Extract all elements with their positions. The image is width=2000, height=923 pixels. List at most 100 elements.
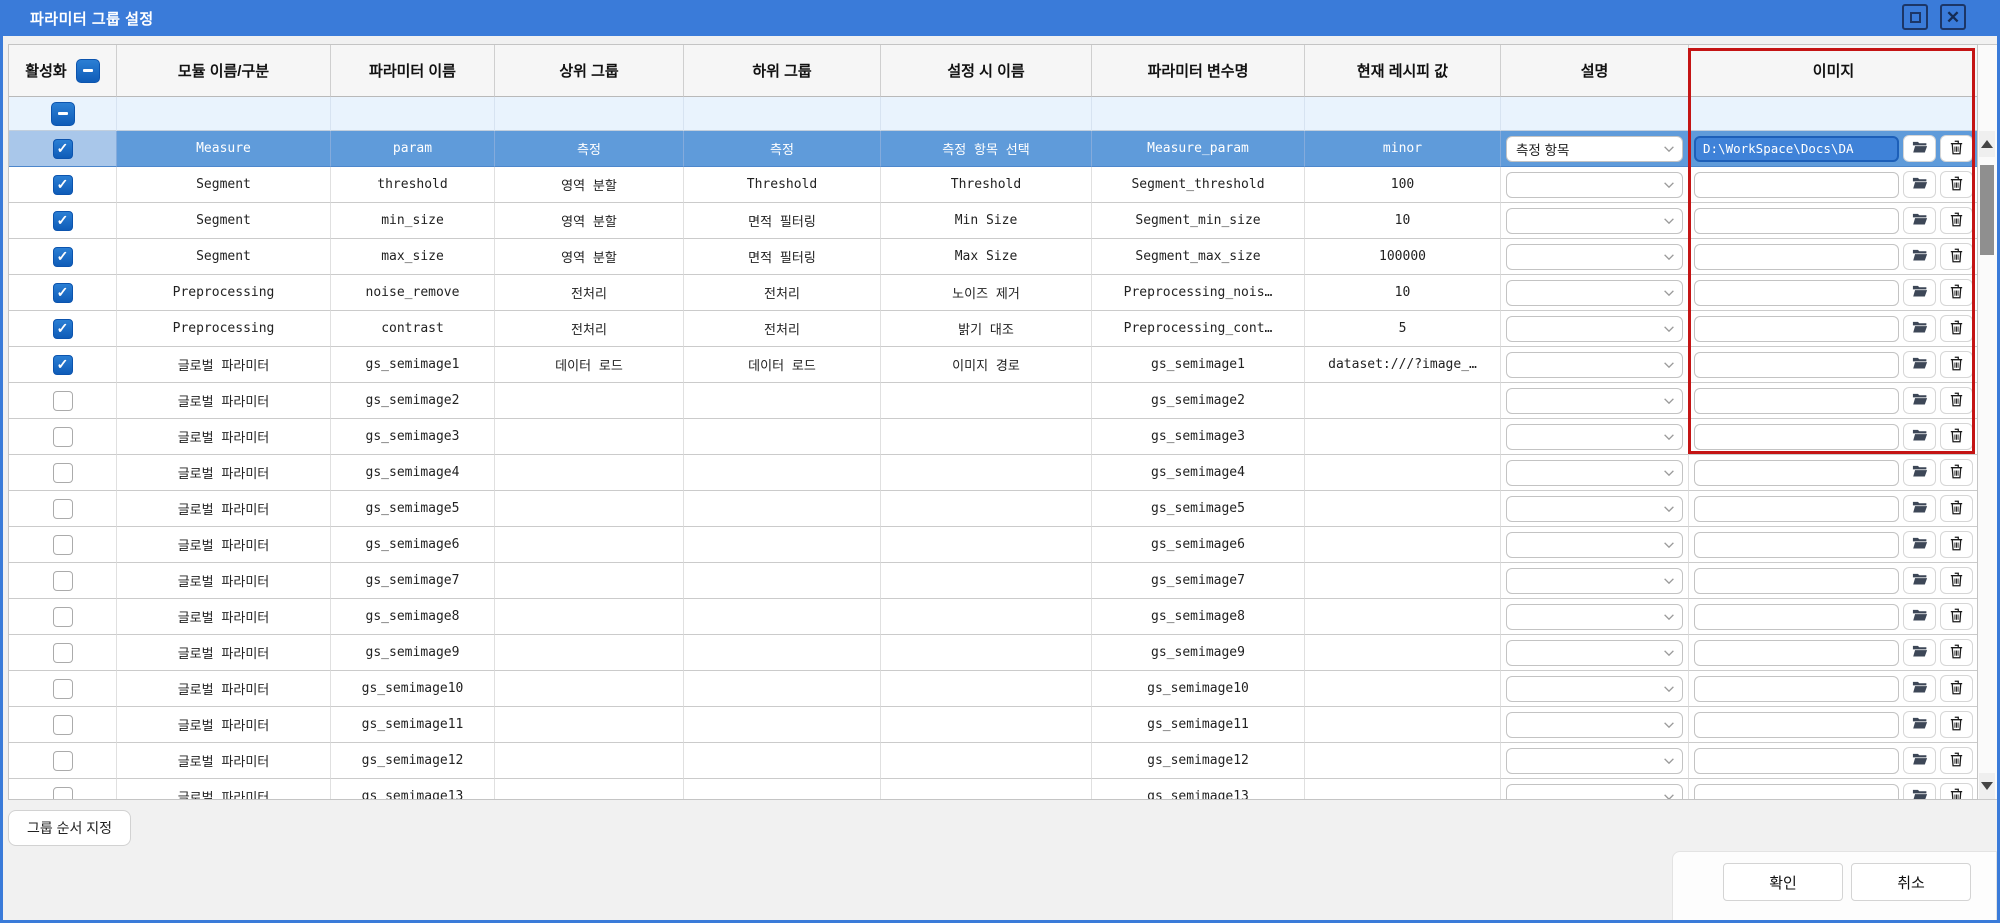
delete-image-button[interactable] <box>1940 675 1973 702</box>
scroll-down-button[interactable] <box>1979 773 1995 799</box>
cell-lower-group[interactable] <box>684 779 881 800</box>
image-path-input[interactable] <box>1694 172 1899 198</box>
delete-image-button[interactable] <box>1940 387 1973 414</box>
table-row[interactable]: 글로벌 파라미터 gs_semimage11 gs_semimage11 <box>9 707 1977 743</box>
cell-lower-group[interactable]: Threshold <box>684 167 881 203</box>
cell-display-name[interactable] <box>881 635 1092 671</box>
cell-recipe-value[interactable]: 100000 <box>1305 239 1501 275</box>
image-path-input[interactable] <box>1694 604 1899 630</box>
delete-image-button[interactable] <box>1940 531 1973 558</box>
cell-variable[interactable]: gs_semimage2 <box>1092 383 1305 419</box>
cell-display-name[interactable] <box>881 383 1092 419</box>
description-dropdown[interactable] <box>1506 280 1683 306</box>
row-checkbox[interactable]: ✓ <box>53 247 73 267</box>
table-row[interactable]: 글로벌 파라미터 gs_semimage7 gs_semimage7 <box>9 563 1977 599</box>
cell-param-name[interactable]: gs_semimage11 <box>331 707 495 743</box>
cell-module[interactable]: Preprocessing <box>117 311 331 347</box>
cell-lower-group[interactable] <box>684 563 881 599</box>
browse-folder-button[interactable] <box>1903 495 1936 522</box>
description-dropdown[interactable] <box>1506 676 1683 702</box>
cell-recipe-value[interactable]: dataset:///?image_… <box>1305 347 1501 383</box>
image-path-input[interactable] <box>1694 388 1899 414</box>
cell-recipe-value[interactable]: minor <box>1305 131 1501 167</box>
cell-upper-group[interactable] <box>495 599 684 635</box>
cell-upper-group[interactable] <box>495 455 684 491</box>
table-row[interactable]: 글로벌 파라미터 gs_semimage4 gs_semimage4 <box>9 455 1977 491</box>
image-path-input[interactable] <box>1694 208 1899 234</box>
row-checkbox[interactable] <box>53 463 73 483</box>
cell-variable[interactable]: Preprocessing_nois… <box>1092 275 1305 311</box>
description-dropdown[interactable] <box>1506 748 1683 774</box>
browse-folder-button[interactable] <box>1903 675 1936 702</box>
description-dropdown[interactable] <box>1506 244 1683 270</box>
cell-lower-group[interactable] <box>684 527 881 563</box>
cell-recipe-value[interactable]: 10 <box>1305 203 1501 239</box>
cell-upper-group[interactable]: 영역 분할 <box>495 167 684 203</box>
cell-lower-group[interactable]: 면적 필터링 <box>684 203 881 239</box>
row-checkbox[interactable] <box>53 535 73 555</box>
table-row[interactable]: 글로벌 파라미터 gs_semimage3 gs_semimage3 <box>9 419 1977 455</box>
image-path-input[interactable] <box>1694 748 1899 774</box>
image-path-input[interactable] <box>1694 280 1899 306</box>
row-checkbox[interactable] <box>53 607 73 627</box>
cell-module[interactable]: 글로벌 파라미터 <box>117 743 331 779</box>
cell-recipe-value[interactable] <box>1305 635 1501 671</box>
cell-module[interactable]: 글로벌 파라미터 <box>117 419 331 455</box>
delete-image-button[interactable] <box>1940 711 1973 738</box>
cell-display-name[interactable]: Min Size <box>881 203 1092 239</box>
cell-upper-group[interactable] <box>495 779 684 800</box>
cell-lower-group[interactable]: 전처리 <box>684 311 881 347</box>
image-path-input[interactable] <box>1694 712 1899 738</box>
cell-variable[interactable]: gs_semimage8 <box>1092 599 1305 635</box>
cell-recipe-value[interactable] <box>1305 491 1501 527</box>
cell-display-name[interactable] <box>881 743 1092 779</box>
description-dropdown[interactable] <box>1506 532 1683 558</box>
cell-variable[interactable]: gs_semimage1 <box>1092 347 1305 383</box>
cell-lower-group[interactable] <box>684 419 881 455</box>
cell-recipe-value[interactable] <box>1305 743 1501 779</box>
browse-folder-button[interactable] <box>1903 315 1936 342</box>
image-path-input[interactable] <box>1694 316 1899 342</box>
cell-lower-group[interactable] <box>684 635 881 671</box>
cell-variable[interactable]: gs_semimage11 <box>1092 707 1305 743</box>
cell-variable[interactable]: Segment_min_size <box>1092 203 1305 239</box>
cell-variable[interactable]: gs_semimage3 <box>1092 419 1305 455</box>
cell-recipe-value[interactable]: 5 <box>1305 311 1501 347</box>
browse-folder-button[interactable] <box>1903 423 1936 450</box>
cell-lower-group[interactable]: 면적 필터링 <box>684 239 881 275</box>
image-path-input[interactable] <box>1694 568 1899 594</box>
cell-recipe-value[interactable] <box>1305 563 1501 599</box>
browse-folder-button[interactable] <box>1903 279 1936 306</box>
cell-recipe-value[interactable] <box>1305 707 1501 743</box>
cell-module[interactable]: 글로벌 파라미터 <box>117 455 331 491</box>
cell-param-name[interactable]: gs_semimage1 <box>331 347 495 383</box>
cell-display-name[interactable]: 이미지 경로 <box>881 347 1092 383</box>
cell-param-name[interactable]: gs_semimage9 <box>331 635 495 671</box>
cell-variable[interactable]: gs_semimage7 <box>1092 563 1305 599</box>
cell-variable[interactable]: gs_semimage5 <box>1092 491 1305 527</box>
table-row[interactable]: ✓ Segment max_size 영역 분할 면적 필터링 Max Size… <box>9 239 1977 275</box>
row-checkbox[interactable]: ✓ <box>53 319 73 339</box>
scroll-up-button[interactable] <box>1979 131 1995 157</box>
image-path-input[interactable] <box>1694 460 1899 486</box>
cell-upper-group[interactable]: 전처리 <box>495 275 684 311</box>
cell-module[interactable]: 글로벌 파라미터 <box>117 707 331 743</box>
browse-folder-button[interactable] <box>1903 567 1936 594</box>
description-dropdown[interactable] <box>1506 496 1683 522</box>
browse-folder-button[interactable] <box>1903 639 1936 666</box>
table-row[interactable]: ✓ Measure param 측정 측정 측정 항목 선택 Measure_p… <box>9 131 1977 167</box>
cell-param-name[interactable]: threshold <box>331 167 495 203</box>
close-button[interactable]: ✕ <box>1940 4 1966 30</box>
cell-variable[interactable]: gs_semimage9 <box>1092 635 1305 671</box>
cell-recipe-value[interactable] <box>1305 419 1501 455</box>
description-dropdown[interactable] <box>1506 568 1683 594</box>
description-dropdown[interactable] <box>1506 604 1683 630</box>
cell-display-name[interactable] <box>881 491 1092 527</box>
row-checkbox[interactable] <box>53 715 73 735</box>
delete-image-button[interactable] <box>1940 603 1973 630</box>
cell-variable[interactable]: Preprocessing_cont… <box>1092 311 1305 347</box>
description-dropdown[interactable] <box>1506 640 1683 666</box>
browse-folder-button[interactable] <box>1903 603 1936 630</box>
browse-folder-button[interactable] <box>1903 459 1936 486</box>
browse-folder-button[interactable] <box>1903 243 1936 270</box>
